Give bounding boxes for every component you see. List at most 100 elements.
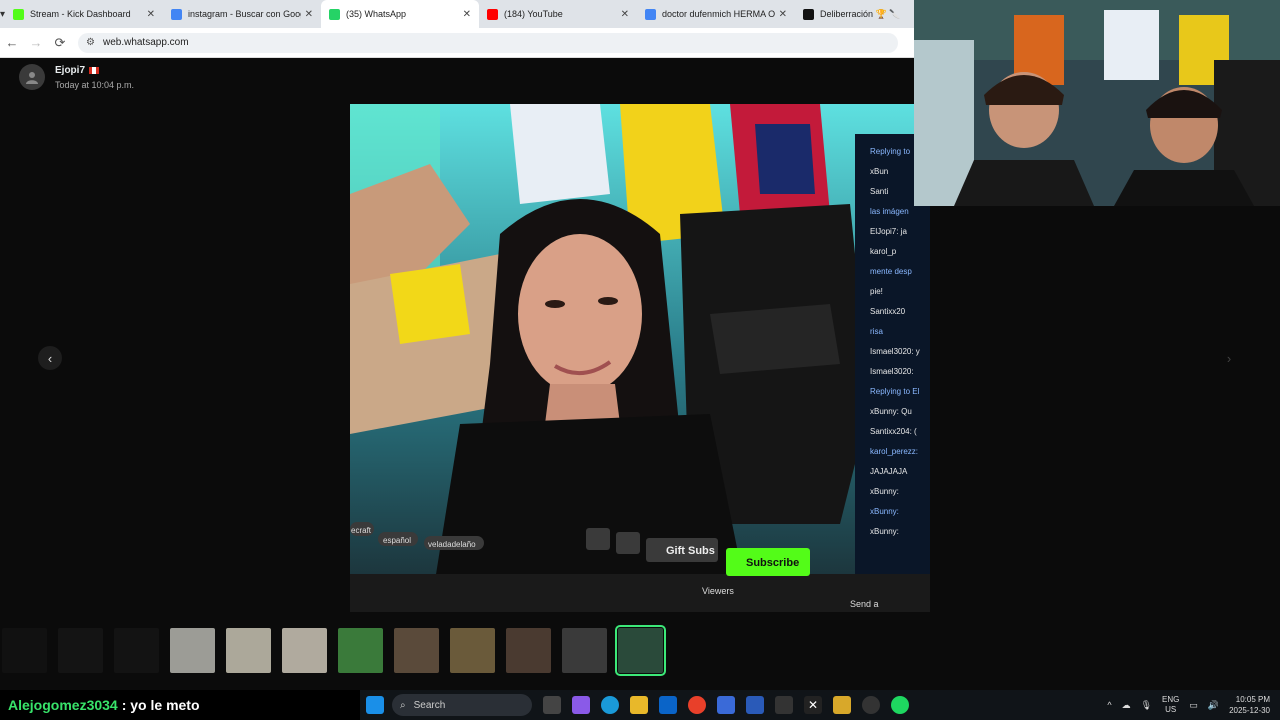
display-icon[interactable]: ▭ bbox=[1189, 700, 1198, 711]
media-thumbnail[interactable] bbox=[562, 628, 607, 673]
chat-username: Alejogomez3034 bbox=[8, 697, 118, 713]
flag-icon bbox=[89, 66, 100, 74]
tab-favicon-icon bbox=[329, 8, 341, 20]
reload-icon[interactable]: ⟳ bbox=[48, 35, 72, 51]
chevron-up-icon[interactable]: ^ bbox=[1107, 700, 1111, 710]
previous-media-button[interactable]: ‹ bbox=[38, 346, 62, 370]
thumbnail-strip bbox=[0, 625, 666, 678]
chrome-icon[interactable] bbox=[688, 696, 706, 714]
clock-time: 10:05 PM bbox=[1235, 695, 1270, 704]
stream-chat-line: Replying to El bbox=[870, 387, 920, 396]
stream-chat-line: mente desp bbox=[870, 267, 912, 276]
stream-tag-2: español bbox=[383, 536, 411, 545]
webcam-overlay bbox=[914, 0, 1280, 206]
region-code: US bbox=[1165, 705, 1177, 714]
browser-tab-bar: ▾ Stream - Kick Dashboard ✕ instagram - Bu… bbox=[0, 0, 945, 28]
close-tab-icon[interactable]: ✕ bbox=[779, 9, 787, 20]
media-thumbnail[interactable] bbox=[170, 628, 215, 673]
tab-title: (35) WhatsApp bbox=[346, 9, 407, 19]
photo-illustration: ecraft español veladadelaño Gift Subs Su… bbox=[350, 104, 930, 612]
viewed-photo[interactable]: ecraft español veladadelaño Gift Subs Su… bbox=[350, 104, 930, 612]
media-thumbnail[interactable] bbox=[394, 628, 439, 673]
tab-favicon-icon bbox=[171, 8, 183, 20]
forward-icon[interactable]: → bbox=[24, 35, 48, 50]
obs-icon[interactable] bbox=[862, 696, 880, 714]
stream-chat-line: xBun bbox=[870, 167, 888, 176]
tab-favicon-icon bbox=[487, 8, 499, 20]
gift-subs-label: Gift Subs bbox=[666, 545, 715, 557]
folder-icon[interactable] bbox=[833, 696, 851, 714]
file-explorer-icon[interactable] bbox=[630, 696, 648, 714]
clock[interactable]: 10:05 PM 2025-12-30 bbox=[1229, 694, 1270, 716]
stream-chat-line: ElJopi7: ja bbox=[870, 227, 907, 236]
media-thumbnail[interactable] bbox=[58, 628, 103, 673]
stream-chat-line: xBunny: bbox=[870, 527, 899, 536]
browser-toolbar: ← → ⟳ ⚙ web.whatsapp.com bbox=[0, 28, 914, 58]
close-tab-icon[interactable]: ✕ bbox=[621, 9, 629, 20]
sender-name: Ejopi7 bbox=[55, 65, 100, 76]
site-info-icon[interactable]: ⚙ bbox=[86, 37, 95, 48]
media-thumbnail[interactable] bbox=[226, 628, 271, 673]
network-icon[interactable]: ☁ bbox=[1122, 700, 1131, 711]
browser-tab-5[interactable]: doctor dufenmich HERMA O - ✕ bbox=[637, 0, 795, 28]
microphone-icon[interactable]: 🎙 bbox=[1141, 700, 1152, 711]
media-thumbnail[interactable] bbox=[506, 628, 551, 673]
vpn-icon[interactable] bbox=[746, 696, 764, 714]
chat-message-text: : yo le meto bbox=[121, 697, 200, 713]
stream-chat-line: las imágen bbox=[870, 207, 909, 216]
stream-chat-line: risa bbox=[870, 327, 883, 336]
back-icon[interactable]: ← bbox=[0, 35, 24, 50]
taskbar: ⌕ Search ✕ ^ ☁ 🎙 ENG US ▭ 🔊 10:05 PM 202… bbox=[360, 690, 1280, 720]
close-tab-icon[interactable]: ✕ bbox=[147, 9, 155, 20]
close-tab-icon[interactable]: ✕ bbox=[305, 9, 313, 20]
language-indicator[interactable]: ENG US bbox=[1162, 695, 1179, 715]
system-tray: ^ ☁ 🎙 ENG US ▭ 🔊 10:05 PM 2025-12-30 bbox=[1107, 690, 1270, 720]
media-viewer-right bbox=[914, 206, 1280, 620]
media-thumbnail[interactable] bbox=[2, 628, 47, 673]
send-message-label: Send a bbox=[850, 599, 879, 609]
search-placeholder: Search bbox=[413, 699, 446, 711]
media-thumbnail[interactable] bbox=[615, 625, 666, 676]
media-thumbnail[interactable] bbox=[450, 628, 495, 673]
message-timestamp: Today at 10:04 p.m. bbox=[55, 80, 135, 90]
viewers-label: Viewers bbox=[702, 586, 734, 596]
stream-tag-1: ecraft bbox=[351, 526, 372, 535]
outlook-icon[interactable] bbox=[659, 696, 677, 714]
stream-chat-line: pie! bbox=[870, 287, 883, 296]
volume-icon[interactable]: 🔊 bbox=[1208, 700, 1219, 711]
tab-favicon-icon bbox=[13, 8, 25, 20]
stream-chat-line: karol_p bbox=[870, 247, 897, 256]
edge-icon[interactable] bbox=[601, 696, 619, 714]
webcam-illustration bbox=[914, 0, 1280, 206]
stream-tag-3: veladadelaño bbox=[428, 540, 476, 549]
spotify-icon[interactable] bbox=[891, 696, 909, 714]
next-media-button[interactable]: › bbox=[1217, 346, 1241, 370]
address-bar[interactable]: ⚙ web.whatsapp.com bbox=[78, 32, 898, 53]
subscribe-label: Subscribe bbox=[746, 557, 799, 569]
browser-tab-2[interactable]: instagram - Buscar con Google ✕ bbox=[163, 0, 321, 28]
windows-start-icon[interactable] bbox=[366, 696, 384, 714]
media-thumbnail[interactable] bbox=[282, 628, 327, 673]
stream-chat-line: xBunny: bbox=[870, 487, 899, 496]
stream-chat-line: Ismael3020: y bbox=[870, 347, 920, 356]
taskbar-search[interactable]: ⌕ Search bbox=[392, 694, 532, 716]
store-icon[interactable] bbox=[717, 696, 735, 714]
stream-chat-line: xBunny: bbox=[870, 507, 899, 516]
task-view-icon[interactable] bbox=[543, 696, 561, 714]
browser-tab-1[interactable]: Stream - Kick Dashboard ✕ bbox=[5, 0, 163, 28]
tab-title: Stream - Kick Dashboard bbox=[30, 9, 131, 19]
browser-tab-3[interactable]: (35) WhatsApp ✕ bbox=[321, 0, 480, 28]
apps-grid-icon[interactable] bbox=[775, 696, 793, 714]
media-thumbnail[interactable] bbox=[114, 628, 159, 673]
stream-chat-line: JAJAJAJA bbox=[870, 467, 908, 476]
tab-title: doctor dufenmich HERMA O - bbox=[662, 9, 775, 19]
media-thumbnail[interactable] bbox=[338, 628, 383, 673]
browser-tab-4[interactable]: (184) YouTube ✕ bbox=[479, 0, 637, 28]
stream-chat-line: Santixx20 bbox=[870, 307, 906, 316]
copilot-icon[interactable] bbox=[572, 696, 590, 714]
sender-avatar[interactable] bbox=[19, 64, 45, 90]
close-tab-icon[interactable]: ✕ bbox=[463, 9, 471, 20]
language-code: ENG bbox=[1162, 695, 1180, 704]
capcut-icon[interactable]: ✕ bbox=[804, 696, 822, 714]
search-icon: ⌕ bbox=[400, 699, 406, 711]
